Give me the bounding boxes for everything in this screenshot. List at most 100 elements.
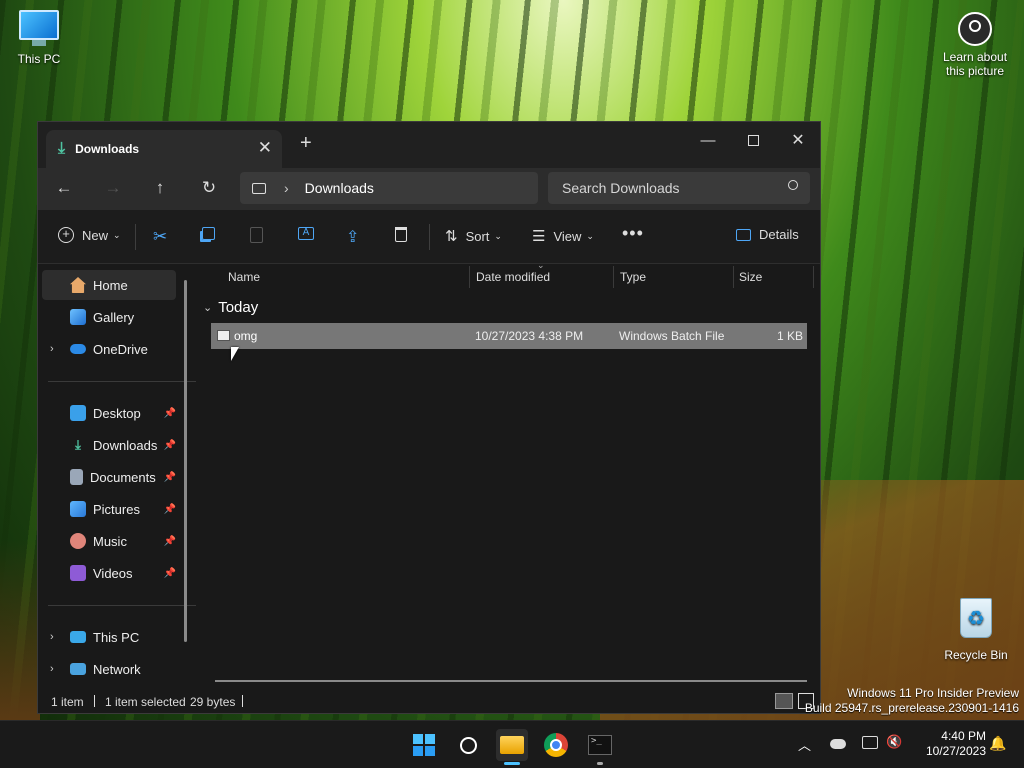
up-button[interactable]: ↑ (147, 178, 173, 200)
pin-icon[interactable]: 📌 (164, 504, 176, 515)
watermark-line: Build 25947.rs_prerelease.230901-1416 (804, 701, 1019, 715)
sort-icon: ⇅ (445, 228, 458, 245)
active-indicator (504, 762, 520, 765)
paste-button[interactable] (250, 227, 263, 243)
desktop-icon-label: this picture (945, 64, 1005, 78)
breadcrumb-downloads[interactable]: Downloads (305, 180, 374, 196)
sidebar-item-label: OneDrive (93, 341, 148, 357)
group-label: Today (218, 299, 259, 316)
build-watermark: Windows 11 Pro Insider Preview Build 259… (805, 686, 1019, 716)
sidebar-item-this-pc[interactable]: › This PC (42, 622, 176, 652)
view-button[interactable]: ☰ View ⌄ (532, 227, 594, 245)
pin-icon[interactable]: 📌 (164, 408, 176, 419)
taskbar-file-explorer[interactable] (496, 729, 528, 765)
desktop-icon-learn-about-picture[interactable]: Learn about this picture (934, 12, 1016, 78)
volume-muted-icon[interactable]: 🔇 (886, 734, 902, 750)
column-headers: Name ⌄ Date modified Type Size (196, 260, 822, 288)
pin-icon[interactable]: 📌 (164, 568, 176, 579)
back-button[interactable]: ← (51, 178, 77, 200)
rename-button[interactable]: A (298, 227, 314, 240)
taskbar-terminal[interactable]: >_ (584, 729, 616, 765)
new-tab-button[interactable]: + (300, 132, 312, 155)
copy-button[interactable] (202, 227, 215, 240)
status-selected-size: 29 bytes (190, 695, 236, 709)
file-date: 10/27/2023 4:38 PM (475, 329, 584, 343)
computer-icon (252, 182, 266, 194)
details-button[interactable]: Details (736, 227, 799, 242)
details-button-label: Details (759, 227, 799, 242)
pin-icon[interactable]: 📌 (164, 440, 176, 451)
windows-logo-icon (413, 734, 435, 756)
forward-button[interactable]: → (100, 178, 126, 200)
sidebar-item-gallery[interactable]: Gallery (42, 302, 176, 332)
column-separator[interactable] (813, 266, 814, 288)
desktop-icon-this-pc[interactable]: This PC (10, 10, 68, 66)
address-bar[interactable]: › Downloads (240, 172, 538, 204)
column-separator[interactable] (469, 266, 470, 288)
sidebar-item-downloads[interactable]: ⤓ Downloads 📌 (42, 430, 176, 460)
minimize-button[interactable]: — (685, 126, 731, 154)
sidebar-item-network[interactable]: › Network (42, 654, 176, 684)
group-header-today[interactable]: ⌄ Today (203, 299, 258, 316)
file-size: 1 KB (776, 329, 803, 343)
notification-bell-icon[interactable]: 🔔 (989, 735, 1006, 752)
monitor-icon (19, 10, 59, 40)
delete-button[interactable] (395, 227, 407, 242)
cloud-icon (70, 344, 86, 354)
pin-icon[interactable]: 📌 (164, 472, 176, 483)
navigation-pane-scrollbar[interactable] (184, 280, 187, 642)
search-input[interactable]: Search Downloads (548, 172, 810, 204)
chevron-right-icon[interactable]: › (50, 343, 54, 355)
search-button[interactable] (452, 729, 484, 761)
file-type: Windows Batch File (619, 329, 725, 343)
close-window-button[interactable]: ✕ (775, 126, 821, 154)
close-tab-icon[interactable]: ✕ (258, 138, 272, 158)
chevron-right-icon[interactable]: › (50, 631, 54, 643)
sidebar-item-home[interactable]: Home (42, 270, 176, 300)
sidebar-item-documents[interactable]: Documents 📌 (42, 462, 176, 492)
share-button[interactable]: ⇪ (346, 227, 359, 247)
sidebar-item-videos[interactable]: Videos 📌 (42, 558, 176, 588)
details-view-button[interactable] (775, 693, 793, 709)
desktop-icon-recycle-bin[interactable]: ♻ Recycle Bin (940, 598, 1012, 662)
running-indicator (597, 762, 603, 765)
chevron-right-icon[interactable]: › (50, 663, 54, 675)
refresh-button[interactable]: ↻ (196, 178, 222, 200)
download-icon: ⤓ (75, 437, 81, 452)
new-button[interactable]: + New ⌄ (58, 227, 121, 243)
terminal-icon: >_ (588, 735, 612, 755)
title-bar: ⤓ Downloads ✕ + — ✕ (38, 122, 820, 168)
chevron-down-icon: ⌄ (494, 230, 502, 241)
watermark-line: Windows 11 Pro Insider Preview (847, 686, 1019, 700)
pictures-icon (70, 501, 86, 517)
sidebar-item-pictures[interactable]: Pictures 📌 (42, 494, 176, 524)
clock[interactable]: 4:40 PM 10/27/2023 (912, 729, 986, 759)
show-hidden-icons-button[interactable]: ︿ (798, 735, 811, 754)
divider (94, 695, 95, 707)
sidebar-item-music[interactable]: Music 📌 (42, 526, 176, 556)
maximize-button[interactable] (730, 126, 776, 154)
sidebar-item-desktop[interactable]: Desktop 📌 (42, 398, 176, 428)
sidebar-item-onedrive[interactable]: › OneDrive (42, 334, 176, 364)
network-tray-icon[interactable] (862, 736, 878, 749)
column-header-size[interactable]: Size (739, 270, 762, 284)
column-separator[interactable] (733, 266, 734, 288)
breadcrumb-chevron-icon: › (284, 180, 289, 196)
file-row[interactable]: omg 10/27/2023 4:38 PM Windows Batch Fil… (211, 323, 807, 349)
trash-icon (395, 227, 407, 242)
onedrive-tray-icon[interactable] (830, 739, 846, 749)
more-options-button[interactable]: ••• (622, 223, 644, 244)
sort-button-label: Sort (465, 228, 490, 244)
column-separator[interactable] (613, 266, 614, 288)
pin-icon[interactable]: 📌 (164, 536, 176, 547)
start-button[interactable] (408, 729, 440, 761)
column-header-type[interactable]: Type (620, 270, 646, 284)
column-header-date[interactable]: Date modified (476, 270, 550, 284)
tab-downloads[interactable]: ⤓ Downloads ✕ (46, 130, 282, 168)
chrome-icon (544, 733, 568, 757)
column-header-name[interactable]: Name (228, 270, 260, 284)
horizontal-scrollbar[interactable] (215, 680, 807, 682)
taskbar-chrome[interactable] (540, 729, 572, 761)
sort-button[interactable]: ⇅ Sort ⌄ (445, 227, 502, 245)
cut-button[interactable]: ✂ (153, 227, 167, 247)
